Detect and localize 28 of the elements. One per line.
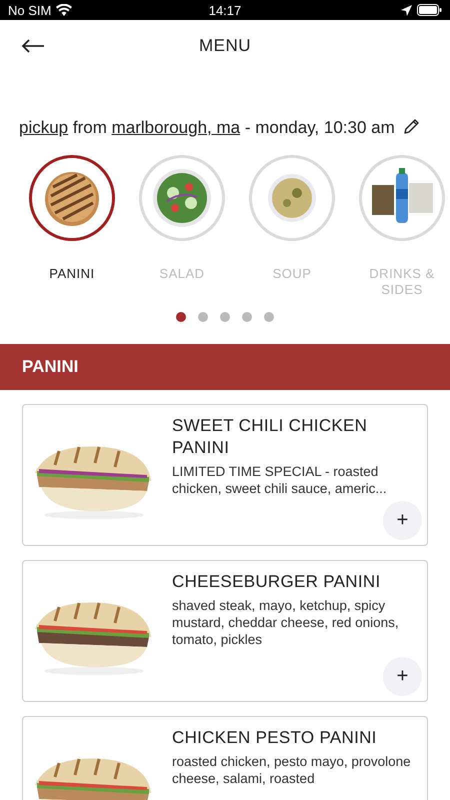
- order-details: pickup from marlborough, ma - monday, 10:30 am: [19, 118, 395, 137]
- back-arrow-icon[interactable]: [21, 39, 45, 53]
- pencil-icon[interactable]: [402, 118, 420, 135]
- page-dot[interactable]: [220, 312, 230, 322]
- page-dot[interactable]: [198, 312, 208, 322]
- location-arrow-icon: [400, 4, 412, 16]
- pickup-link[interactable]: pickup: [19, 118, 68, 137]
- location-link[interactable]: marlborough, ma: [112, 118, 240, 137]
- carrier-label: No SIM: [8, 2, 52, 18]
- menu-item-card[interactable]: CHEESEBURGER PANINI shaved steak, mayo, ketchup, spicy mustard, cheddar cheese, red onions, tomato, pickles +: [22, 560, 428, 702]
- section-title: PANINI: [22, 357, 78, 377]
- item-description: roasted chicken, pesto mayo, provolone cheese, salami, roasted: [172, 753, 412, 787]
- menu-item-card[interactable]: CHICKEN PESTO PANINI roasted chicken, pesto mayo, provolone cheese, salami, roasted: [22, 716, 428, 800]
- item-name: CHEESEBURGER PANINI: [172, 571, 382, 593]
- item-name: CHICKEN PESTO PANINI: [172, 727, 378, 749]
- wifi-icon: [56, 4, 72, 16]
- page-dot[interactable]: [264, 312, 274, 322]
- clock: 14:17: [208, 2, 242, 18]
- page-title: MENU: [198, 36, 252, 56]
- page-dot[interactable]: [176, 312, 186, 322]
- add-button[interactable]: +: [383, 501, 422, 540]
- item-name: SWEET CHILI CHICKEN PANINI: [172, 415, 368, 459]
- item-description: shaved steak, mayo, ketchup, spicy mustard, cheddar cheese, red onions, tomato, pickles: [172, 597, 400, 648]
- add-button[interactable]: +: [383, 657, 422, 696]
- item-description: LIMITED TIME SPECIAL - roasted chicken, sweet chili sauce, americ...: [172, 463, 388, 497]
- battery-icon: [416, 4, 442, 16]
- menu-item-card[interactable]: SWEET CHILI CHICKEN PANINI LIMITED TIME SPECIAL - roasted chicken, sweet chili sauce, americ... +: [22, 404, 428, 546]
- page-dot[interactable]: [242, 312, 252, 322]
